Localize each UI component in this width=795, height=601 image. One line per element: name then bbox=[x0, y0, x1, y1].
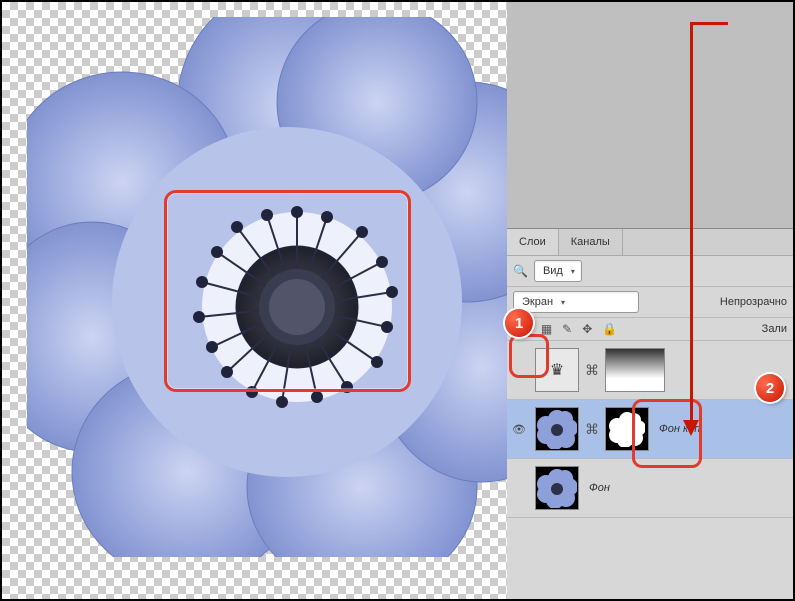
layer-list: ♛ ⌘ 👁 ⌘ Фон коп bbox=[507, 341, 793, 518]
layer-thumb[interactable] bbox=[535, 407, 579, 451]
blend-row: Экран ▾ Непрозрачно bbox=[507, 287, 793, 318]
layers-panel-container: ▣ T ◇ ◫ Слои Каналы 🔍 Вид ▾ Экран ▾ bbox=[507, 2, 793, 599]
lock-pixels-icon[interactable]: ▦ bbox=[541, 322, 552, 336]
mask-thumb[interactable] bbox=[605, 407, 649, 451]
blend-mode-value: Экран bbox=[522, 296, 553, 308]
lock-all-icon[interactable]: 🔒 bbox=[602, 322, 617, 336]
layer-name: Фон bbox=[589, 482, 610, 494]
annotation-badge-2: 2 bbox=[756, 374, 784, 402]
fill-label: Зали bbox=[762, 323, 787, 335]
tab-channels[interactable]: Каналы bbox=[559, 229, 623, 255]
lock-icons: ▦ ✎ ✥ 🔒 bbox=[541, 322, 617, 336]
layer-item[interactable]: Фон bbox=[507, 459, 793, 518]
app-frame: ▣ T ◇ ◫ Слои Каналы 🔍 Вид ▾ Экран ▾ bbox=[0, 0, 795, 601]
search-icon: 🔍 bbox=[513, 264, 528, 278]
chevron-down-icon: ▾ bbox=[571, 267, 575, 276]
adjustment-thumb[interactable]: ♛ bbox=[535, 348, 579, 392]
annotation-badge-1: 1 bbox=[505, 309, 533, 337]
annotation-arrow-tail bbox=[690, 22, 728, 25]
lock-brush-icon[interactable]: ✎ bbox=[562, 322, 572, 336]
chevron-down-icon: ▾ bbox=[561, 298, 565, 307]
annotation-arrow bbox=[690, 22, 693, 422]
tab-layers[interactable]: Слои bbox=[507, 229, 559, 255]
panel-tabs: Слои Каналы bbox=[507, 229, 793, 256]
layer-thumb[interactable] bbox=[535, 466, 579, 510]
annotation-arrow-head bbox=[683, 420, 699, 436]
opacity-label: Непрозрачно bbox=[720, 296, 787, 308]
filter-kind-value: Вид bbox=[543, 265, 563, 277]
blend-mode-select[interactable]: Экран ▾ bbox=[513, 291, 639, 313]
adjustment-icon: ♛ bbox=[550, 360, 564, 380]
filter-kind-select[interactable]: Вид ▾ bbox=[534, 260, 582, 282]
layers-panel: Слои Каналы 🔍 Вид ▾ Экран ▾ Непрозрачно … bbox=[507, 228, 793, 599]
layer-search-row: 🔍 Вид ▾ bbox=[507, 256, 793, 287]
panel-empty-area bbox=[507, 2, 793, 228]
visibility-toggle[interactable]: 👁 bbox=[507, 423, 531, 436]
mask-thumb[interactable] bbox=[605, 348, 665, 392]
link-icon[interactable]: ⌘ bbox=[585, 421, 599, 438]
flower-image bbox=[27, 17, 547, 557]
link-icon[interactable]: ⌘ bbox=[585, 362, 599, 379]
layer-item[interactable]: ♛ ⌘ bbox=[507, 341, 793, 400]
layer-item[interactable]: 👁 ⌘ Фон коп bbox=[507, 400, 793, 459]
lock-row: ть: ▦ ✎ ✥ 🔒 Зали bbox=[507, 318, 793, 341]
lock-move-icon[interactable]: ✥ bbox=[582, 322, 592, 336]
